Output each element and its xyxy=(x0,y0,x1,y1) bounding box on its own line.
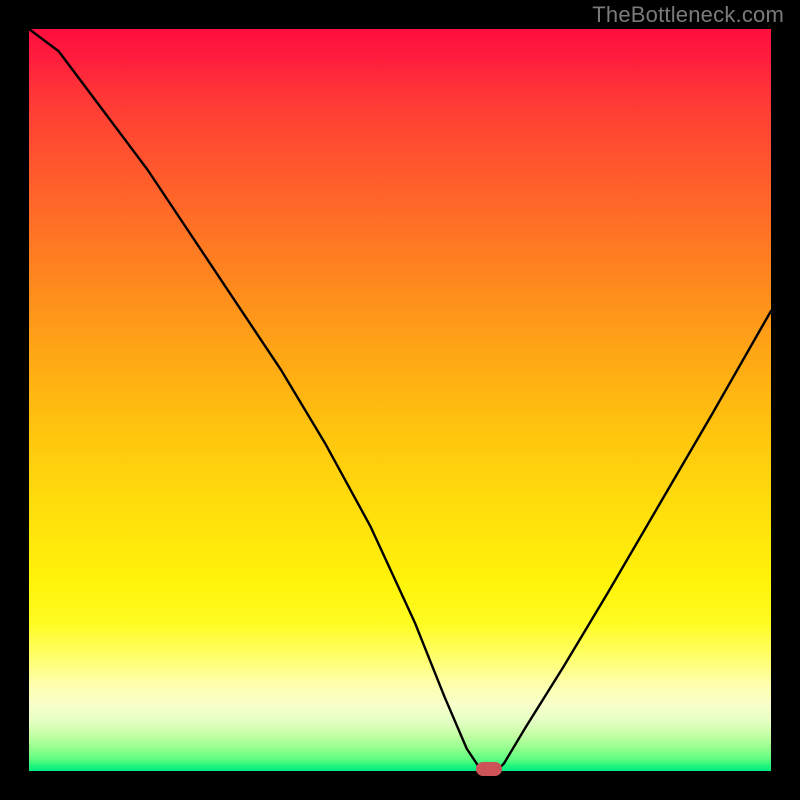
bottleneck-chart: TheBottleneck.com xyxy=(0,0,800,800)
plot-area xyxy=(29,29,771,771)
bottleneck-curve xyxy=(29,29,771,771)
curve-path xyxy=(29,29,771,771)
minimum-marker xyxy=(476,762,502,776)
watermark-text: TheBottleneck.com xyxy=(592,2,784,28)
